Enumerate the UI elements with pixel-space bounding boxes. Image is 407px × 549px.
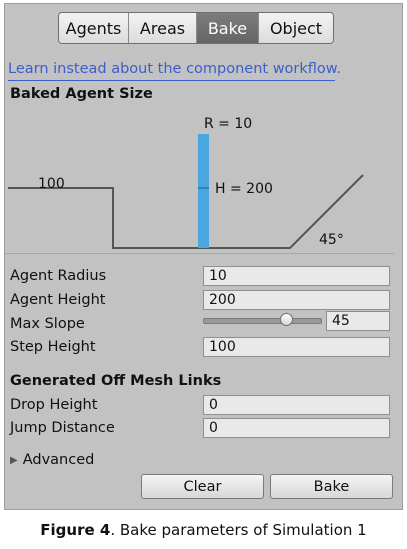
advanced-label: Advanced bbox=[22, 452, 95, 468]
advanced-foldout[interactable]: ▶ Advanced bbox=[10, 452, 94, 468]
agent-size-diagram: R = 10 H = 200 100 45° bbox=[8, 116, 364, 249]
drop-height-label: Drop Height bbox=[10, 397, 98, 413]
max-slope-slider-thumb[interactable] bbox=[280, 313, 293, 326]
agent-height-label: Agent Height bbox=[10, 292, 106, 308]
height-label: H = 200 bbox=[215, 181, 273, 197]
figure-number: Figure 4 bbox=[40, 521, 111, 539]
link-underline bbox=[8, 80, 335, 81]
agent-radius-label: Agent Radius bbox=[10, 268, 107, 284]
agent-radius-field[interactable] bbox=[203, 266, 390, 286]
off-mesh-links-title: Generated Off Mesh Links bbox=[10, 373, 222, 389]
jump-distance-label: Jump Distance bbox=[10, 420, 115, 436]
step-height-label: Step Height bbox=[10, 339, 96, 355]
component-workflow-link[interactable]: Learn instead about the component workfl… bbox=[8, 61, 341, 77]
clear-button[interactable]: Clear bbox=[141, 474, 264, 499]
slope-label: 45° bbox=[319, 232, 344, 248]
agent-height-field[interactable] bbox=[203, 290, 390, 310]
max-slope-slider-track[interactable] bbox=[203, 318, 322, 324]
foldout-arrow-icon: ▶ bbox=[10, 455, 18, 466]
bake-button[interactable]: Bake bbox=[270, 474, 393, 499]
caption-text: . Bake parameters of Simulation 1 bbox=[110, 521, 367, 539]
figure-caption: Figure 4. Bake parameters of Simulation … bbox=[0, 521, 407, 539]
navigation-tabs: Agents Areas Bake Object bbox=[58, 12, 334, 44]
tab-object[interactable]: Object bbox=[258, 13, 333, 43]
tab-areas[interactable]: Areas bbox=[128, 13, 196, 43]
step-height-field[interactable] bbox=[203, 337, 390, 357]
section-divider bbox=[4, 253, 394, 254]
agent-cylinder bbox=[198, 134, 209, 248]
max-slope-field[interactable] bbox=[326, 311, 390, 331]
drop-height-field[interactable] bbox=[203, 395, 390, 415]
step-label: 100 bbox=[38, 176, 65, 192]
radius-label: R = 10 bbox=[204, 116, 252, 132]
max-slope-label: Max Slope bbox=[10, 316, 85, 332]
tab-agents[interactable]: Agents bbox=[59, 13, 128, 43]
baked-agent-size-title: Baked Agent Size bbox=[10, 86, 153, 102]
tab-bake[interactable]: Bake bbox=[196, 13, 258, 43]
jump-distance-field[interactable] bbox=[203, 418, 390, 438]
